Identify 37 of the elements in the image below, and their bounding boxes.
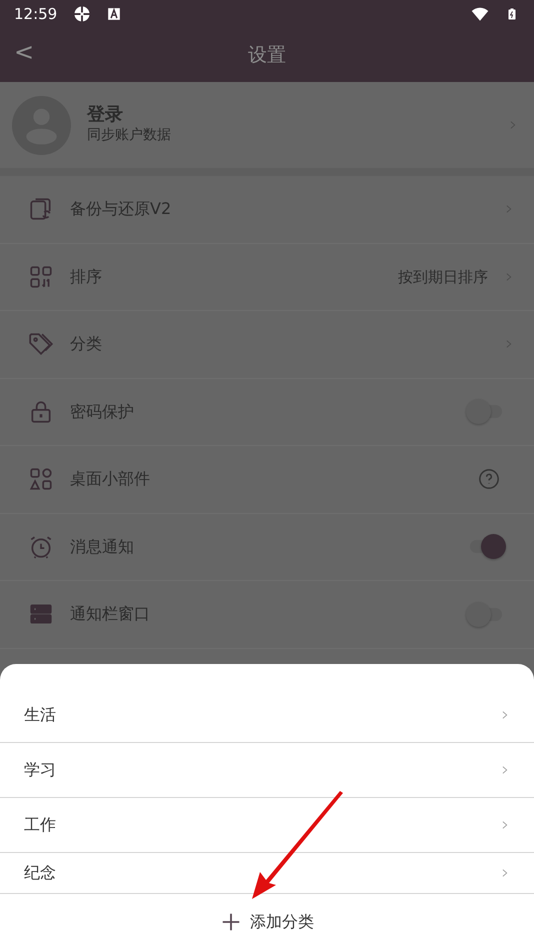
category-row[interactable]: 纪念 — [0, 853, 534, 893]
setting-label: 排序 — [70, 266, 103, 288]
account-title: 登录 — [87, 104, 124, 126]
category-row[interactable]: 工作 — [0, 798, 534, 852]
category-label: 生活 — [24, 704, 57, 726]
category-label: 纪念 — [24, 862, 57, 884]
setting-label: 通知栏窗口 — [70, 603, 151, 626]
aperture-icon — [73, 5, 92, 23]
settings-row[interactable]: 分类 — [0, 311, 534, 378]
setting-label: 备份与还原V2 — [70, 198, 172, 220]
shapes-icon — [28, 466, 54, 492]
account-subtitle: 同步账户数据 — [87, 126, 172, 146]
setting-label: 密码保护 — [70, 400, 135, 423]
tag-icon — [28, 331, 54, 358]
page-title: 设置 — [248, 42, 286, 68]
setting-label: 消息通知 — [70, 536, 135, 558]
settings-row[interactable]: 密码保护 — [0, 378, 534, 446]
category-label: 学习 — [24, 759, 57, 782]
wifi-icon — [470, 5, 490, 23]
settings-row[interactable]: 消息通知 — [0, 514, 534, 581]
setting-label: 分类 — [70, 333, 103, 356]
category-label: 工作 — [24, 814, 57, 836]
setting-label: 桌面小部件 — [70, 468, 151, 490]
category-row[interactable]: 生活 — [0, 688, 534, 742]
status-time: 12:59 — [14, 4, 58, 25]
keyboard-a-icon — [107, 7, 122, 21]
back-button[interactable]: < — [14, 40, 34, 64]
account-row[interactable]: 登录 同步账户数据 — [0, 82, 534, 176]
grid-sort-icon — [28, 264, 54, 290]
settings-row[interactable]: 桌面小部件 — [0, 446, 534, 514]
setting-value: 按到期日排序 — [398, 266, 488, 288]
help-icon[interactable] — [478, 468, 500, 490]
settings-row[interactable]: 排序 按到期日排序 — [0, 244, 534, 311]
category-row[interactable]: 学习 — [0, 743, 534, 798]
alarm-clock-icon — [28, 534, 54, 560]
settings-row[interactable]: 通知栏窗口 — [0, 581, 534, 648]
settings-row[interactable]: 备份与还原V2 — [0, 176, 534, 244]
